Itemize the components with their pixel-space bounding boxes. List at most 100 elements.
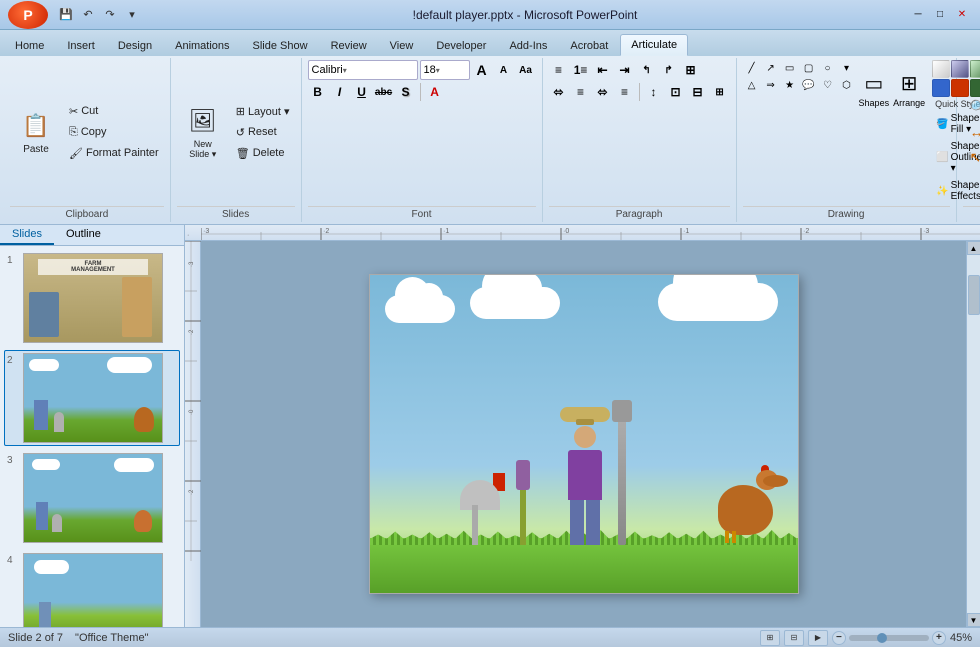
new-slide-button[interactable]: 🖼 NewSlide ▾ (177, 103, 229, 161)
redo-button[interactable]: ↷ (100, 6, 120, 24)
bold-button[interactable]: B (308, 82, 328, 102)
reset-button[interactable]: ↺ Reset (231, 122, 295, 142)
minimize-button[interactable]: ─ (908, 6, 928, 24)
zoom-out-button[interactable]: − (832, 631, 846, 645)
select-button[interactable]: ↖ Select ▾ (963, 146, 980, 168)
effects-icon: ✨ (936, 186, 948, 197)
tab-developer[interactable]: Developer (425, 34, 497, 56)
decrease-indent-button[interactable]: ⇤ (593, 60, 613, 80)
shape-rrect[interactable]: ▢ (800, 60, 818, 76)
tab-acrobat[interactable]: Acrobat (559, 34, 619, 56)
delete-button[interactable]: 🗑 Delete (231, 143, 295, 163)
ribbon-content: 📋 Paste ✂ Cut ⎘ Copy 🖌 Format Painter Cl… (0, 56, 980, 224)
underline-button[interactable]: U (352, 82, 372, 102)
tab-home[interactable]: Home (4, 34, 55, 56)
scroll-up-button[interactable]: ▲ (967, 241, 980, 255)
cut-button[interactable]: ✂ Cut (64, 101, 164, 121)
rtl-button[interactable]: ↰ (637, 60, 657, 80)
undo-button[interactable]: ↶ (78, 6, 98, 24)
normal-view-button[interactable]: ⊞ (760, 630, 780, 646)
font-name-combo[interactable]: Calibri ▾ (308, 60, 418, 80)
scroll-track[interactable] (967, 255, 980, 613)
tab-insert[interactable]: Insert (56, 34, 106, 56)
shape-rect[interactable]: ▭ (781, 60, 799, 76)
tab-articulate[interactable]: Articulate (620, 34, 688, 56)
line-spacing-button[interactable]: ↕ (644, 82, 664, 102)
shape-star[interactable]: ★ (781, 77, 799, 93)
slide-thumb-2[interactable]: 2 (4, 350, 180, 446)
copy-button[interactable]: ⎘ Copy (64, 122, 164, 142)
slide-main (201, 241, 966, 627)
shapes-button[interactable]: ▭ Shapes (858, 60, 891, 118)
shape-more[interactable]: ▾ (838, 60, 856, 76)
status-bar: Slide 2 of 7 "Office Theme" ⊞ ⊟ ▶ − + 45… (0, 627, 980, 647)
close-button[interactable]: ✕ (952, 6, 972, 24)
scroll-down-button[interactable]: ▼ (967, 613, 980, 627)
tab-addins[interactable]: Add-Ins (498, 34, 558, 56)
smartart-button[interactable]: ⊞ (710, 82, 730, 102)
font-size-combo[interactable]: 18 ▾ (420, 60, 470, 80)
slide-thumb-1[interactable]: 1 FARMMANAGEMENT (4, 250, 180, 346)
slides-label: Slides (177, 206, 295, 220)
tab-view[interactable]: View (379, 34, 425, 56)
zoom-thumb[interactable] (877, 633, 887, 643)
slide-thumb-3[interactable]: 3 (4, 450, 180, 546)
text-direction-button[interactable]: ⊡ (666, 82, 686, 102)
shape-heart[interactable]: ♡ (819, 77, 837, 93)
italic-button[interactable]: I (330, 82, 350, 102)
shape-rtarrow[interactable]: ⇒ (762, 77, 780, 93)
font-label: Font (308, 206, 536, 220)
zoom-in-button[interactable]: + (932, 631, 946, 645)
font-color-button[interactable]: A (425, 82, 445, 102)
shape-hex[interactable]: ⬡ (838, 77, 856, 93)
shape-arrow[interactable]: ↗ (762, 60, 780, 76)
tab-review[interactable]: Review (320, 34, 378, 56)
find-button[interactable]: 🔍 Find (963, 96, 980, 118)
format-painter-button[interactable]: 🖌 Format Painter (64, 143, 164, 163)
tab-design[interactable]: Design (107, 34, 163, 56)
align-left-button[interactable]: ⬄ (549, 82, 569, 102)
shape-callout[interactable]: 💬 (800, 77, 818, 93)
tab-slideshow[interactable]: Slide Show (242, 34, 319, 56)
tab-slides[interactable]: Slides (0, 225, 54, 245)
columns-button[interactable]: ⊞ (681, 60, 701, 80)
paragraph-content: ≡ 1≡ ⇤ ⇥ ↰ ↱ ⊞ ⬄ ≡ ⬄ ≡ ↕ ⊡ ⊟ ⊞ (549, 60, 730, 204)
clear-format-button[interactable]: Aa (516, 60, 536, 80)
decrease-font-button[interactable]: A (494, 60, 514, 80)
increase-indent-button[interactable]: ⇥ (615, 60, 635, 80)
shape-line[interactable]: ╱ (743, 60, 761, 76)
qs-4[interactable] (932, 79, 950, 97)
layout-button[interactable]: ⊞ Layout ▾ (231, 101, 295, 121)
ltr-button[interactable]: ↱ (659, 60, 679, 80)
zoom-track[interactable] (849, 635, 929, 641)
qs-1[interactable] (932, 60, 950, 78)
slideshow-view-button[interactable]: ▶ (808, 630, 828, 646)
replace-button[interactable]: ↔ Replace... (963, 121, 980, 143)
justify-button[interactable]: ≡ (615, 82, 635, 102)
scroll-thumb[interactable] (968, 275, 980, 315)
tab-outline[interactable]: Outline (54, 225, 113, 245)
increase-font-button[interactable]: A (472, 60, 492, 80)
svg-text:·0: ·0 (563, 228, 569, 235)
arrange-button[interactable]: ⊞ Arrange (892, 60, 926, 118)
paste-button[interactable]: 📋 Paste (10, 103, 62, 161)
align-right-button[interactable]: ⬄ (593, 82, 613, 102)
numbering-button[interactable]: 1≡ (571, 60, 591, 80)
theme-info: "Office Theme" (75, 632, 148, 644)
bullets-button[interactable]: ≡ (549, 60, 569, 80)
text-align-button[interactable]: ⊟ (688, 82, 708, 102)
shape-triangle[interactable]: △ (743, 77, 761, 93)
qa-dropdown[interactable]: ▾ (122, 6, 142, 24)
save-button[interactable]: 💾 (56, 6, 76, 24)
slide-area[interactable] (201, 241, 966, 627)
office-button[interactable]: P (8, 1, 48, 29)
shape-oval[interactable]: ○ (819, 60, 837, 76)
slide-thumb-4[interactable]: 4 (4, 550, 180, 627)
align-center-button[interactable]: ≡ (571, 82, 591, 102)
maximize-button[interactable]: □ (930, 6, 950, 24)
vertical-scrollbar[interactable]: ▲ ▼ (966, 241, 980, 627)
tab-animations[interactable]: Animations (164, 34, 240, 56)
strikethrough-button[interactable]: abc (374, 82, 394, 102)
shadow-button[interactable]: S (396, 82, 416, 102)
slide-sorter-button[interactable]: ⊟ (784, 630, 804, 646)
